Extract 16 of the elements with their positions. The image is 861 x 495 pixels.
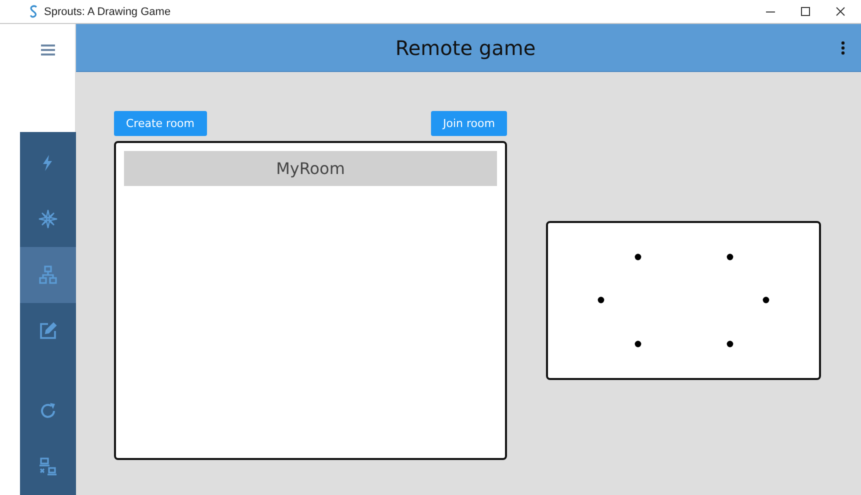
edit-icon <box>38 321 58 341</box>
join-room-button[interactable]: Join room <box>431 111 507 136</box>
room-item[interactable]: MyRoom <box>124 151 497 186</box>
disconnected-computers-icon <box>38 457 58 477</box>
window-title: Sprouts: A Drawing Game <box>44 6 172 18</box>
refresh-icon <box>38 401 58 421</box>
close-icon[interactable] <box>834 5 847 18</box>
create-room-button[interactable]: Create room <box>114 111 207 136</box>
compass-icon <box>38 209 58 229</box>
more-options-icon[interactable] <box>841 40 845 54</box>
page-title: Remote game <box>394 36 537 60</box>
sidebar-item[interactable] <box>20 247 76 303</box>
network-icon <box>38 265 58 285</box>
menu-icon[interactable] <box>40 44 56 56</box>
app-logo-icon <box>29 5 38 18</box>
maximize-icon[interactable] <box>799 5 812 18</box>
